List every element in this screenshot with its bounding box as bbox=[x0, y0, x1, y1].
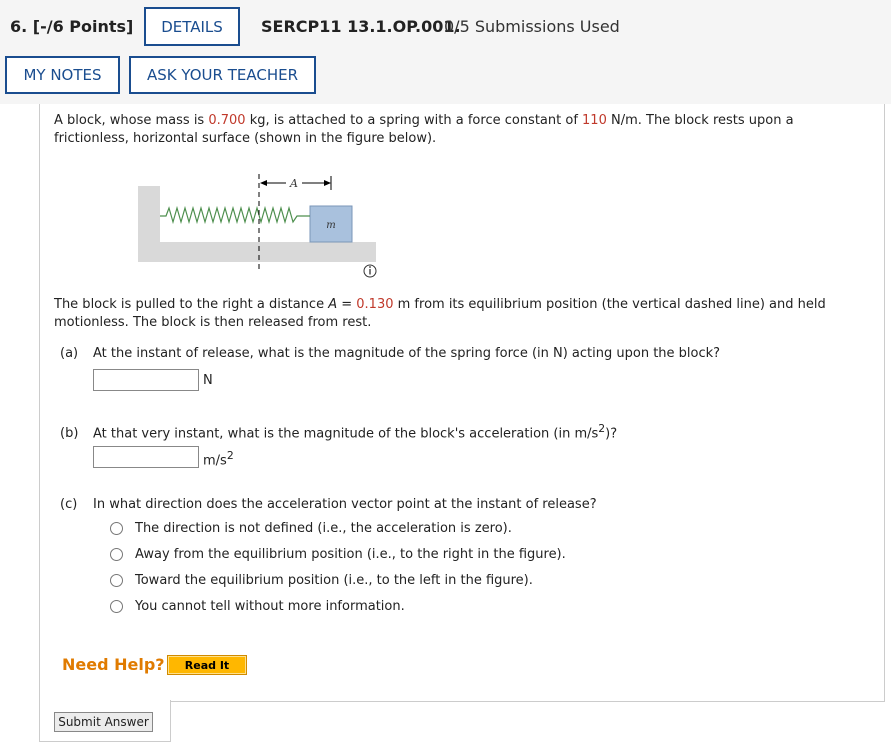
question-code: SERCP11 13.1.OP.001. bbox=[261, 17, 461, 36]
radio-circle[interactable] bbox=[110, 600, 123, 613]
part-a-question: (a) At the instant of release, what is th… bbox=[60, 346, 720, 361]
spring-constant-value: 110 bbox=[582, 113, 607, 128]
part-a-answer-input[interactable] bbox=[93, 369, 199, 391]
problem-intro: A block, whose mass is 0.700 kg, is atta… bbox=[54, 112, 844, 148]
radio-label: Toward the equilibrium position (i.e., t… bbox=[135, 573, 533, 588]
submit-answer-button[interactable]: Submit Answer bbox=[54, 712, 153, 732]
setup-text: = bbox=[337, 297, 357, 312]
part-b-unit: m/s2 bbox=[203, 449, 234, 468]
question-points: 6. [-/6 Points] bbox=[10, 17, 134, 36]
radio-label: Away from the equilibrium position (i.e.… bbox=[135, 547, 566, 562]
part-b-text: At that very instant, what is the magnit… bbox=[93, 426, 599, 442]
arrow-left-head bbox=[260, 180, 267, 186]
radio-option[interactable]: You cannot tell without more information… bbox=[110, 599, 405, 614]
details-button[interactable]: DETAILS bbox=[144, 7, 240, 46]
unit-exponent: 2 bbox=[226, 449, 234, 462]
submissions-count: 0/5 Submissions Used bbox=[444, 17, 620, 36]
part-a-text: At the instant of release, what is the m… bbox=[93, 346, 721, 361]
radio-label: You cannot tell without more information… bbox=[135, 599, 405, 614]
radio-circle[interactable] bbox=[110, 522, 123, 535]
radio-label: The direction is not defined (i.e., the … bbox=[135, 521, 512, 536]
part-a-tag: (a) bbox=[60, 346, 79, 361]
need-help-label: Need Help? bbox=[62, 655, 165, 674]
radio-option[interactable]: The direction is not defined (i.e., the … bbox=[110, 521, 512, 536]
distance-value: 0.130 bbox=[356, 297, 394, 312]
floor bbox=[138, 242, 376, 262]
part-c-question: (c) In what direction does the accelerati… bbox=[60, 497, 597, 512]
part-b-tag: (b) bbox=[60, 426, 79, 442]
arrow-right-head bbox=[324, 180, 331, 186]
problem-setup: The block is pulled to the right a dista… bbox=[54, 296, 844, 332]
part-b-question: (b) At that very instant, what is the mag… bbox=[60, 422, 617, 441]
my-notes-button[interactable]: MY NOTES bbox=[5, 56, 120, 94]
amplitude-label: A bbox=[289, 177, 298, 190]
part-b-text: )? bbox=[605, 426, 618, 442]
read-it-button[interactable]: Read It bbox=[167, 655, 247, 675]
part-c-tag: (c) bbox=[60, 497, 78, 512]
part-b-answer-input[interactable] bbox=[93, 446, 199, 468]
intro-text: kg, is attached to a spring with a force… bbox=[245, 113, 583, 128]
radio-circle[interactable] bbox=[110, 548, 123, 561]
intro-text: A block, whose mass is bbox=[54, 113, 209, 128]
mass-label: m bbox=[326, 220, 335, 231]
spring bbox=[160, 205, 310, 225]
part-a-unit: N bbox=[203, 373, 213, 388]
radio-option[interactable]: Toward the equilibrium position (i.e., t… bbox=[110, 573, 533, 588]
part-c-text: In what direction does the acceleration … bbox=[93, 497, 597, 512]
radio-option[interactable]: Away from the equilibrium position (i.e.… bbox=[110, 547, 566, 562]
amplitude-symbol: A bbox=[328, 297, 338, 312]
mass-value: 0.700 bbox=[208, 113, 246, 128]
radio-circle[interactable] bbox=[110, 574, 123, 587]
ask-teacher-button[interactable]: ASK YOUR TEACHER bbox=[129, 56, 316, 94]
unit-base: m/s bbox=[203, 453, 227, 469]
info-icon[interactable] bbox=[363, 264, 377, 278]
setup-text: The block is pulled to the right a dista… bbox=[54, 297, 329, 312]
spring-block-figure: m A bbox=[138, 174, 377, 278]
